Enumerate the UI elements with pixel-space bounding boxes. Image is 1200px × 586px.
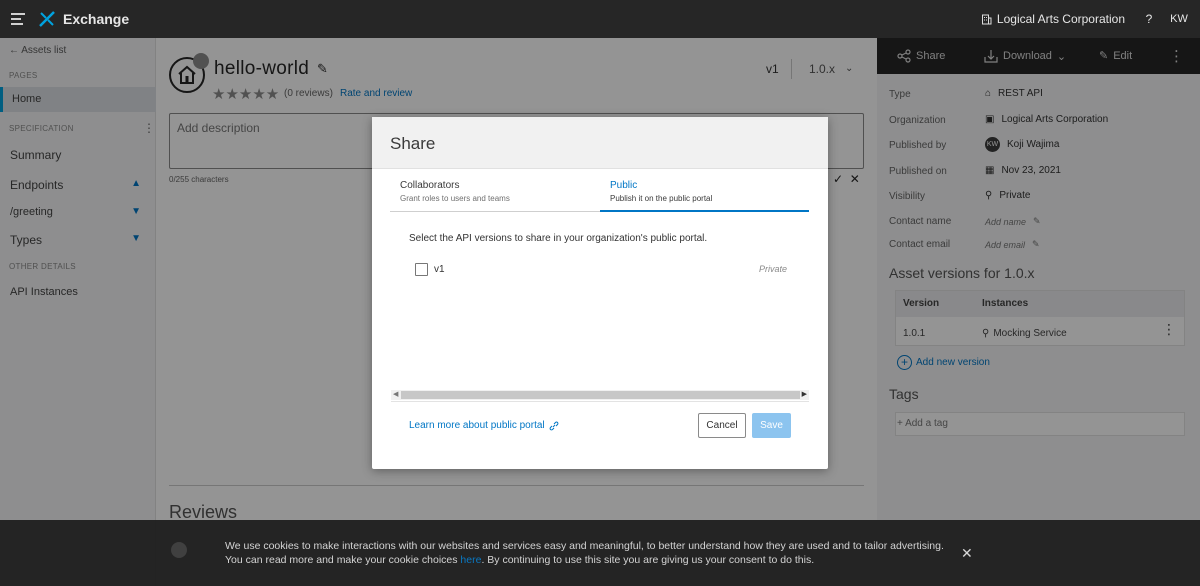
organization-switcher[interactable]: Logical Arts Corporation <box>981 12 1125 26</box>
hamburger-menu-icon[interactable] <box>11 11 27 27</box>
save-button[interactable]: Save <box>752 413 791 438</box>
learn-more-link[interactable]: Learn more about public portal <box>409 420 559 431</box>
tab-collaborators-label: Collaborators <box>400 180 460 191</box>
tab-public-label: Public <box>610 180 638 191</box>
dialog-title: Share <box>390 134 436 153</box>
share-instructions: Select the API versions to share in your… <box>409 233 708 244</box>
exchange-logo-icon <box>39 11 55 27</box>
tab-collaborators[interactable]: Collaborators Grant roles to users and t… <box>390 169 600 212</box>
version-status: Private <box>759 264 788 274</box>
top-bar: Exchange Logical Arts Corporation ? KW <box>0 0 1200 38</box>
cancel-button[interactable]: Cancel <box>698 413 746 438</box>
scrollbar-thumb[interactable] <box>401 391 800 399</box>
dialog-header: Share <box>372 117 828 169</box>
help-button[interactable]: ? <box>1138 8 1160 30</box>
cookie-icon <box>171 542 187 558</box>
share-dialog: Share Collaborators Grant roles to users… <box>372 117 828 469</box>
user-avatar[interactable]: KW <box>1167 8 1191 30</box>
tab-public[interactable]: Public Publish it on the public portal <box>600 169 809 212</box>
tab-public-subtitle: Publish it on the public portal <box>610 194 713 203</box>
scroll-left-icon[interactable]: ◀ <box>393 390 398 400</box>
organization-name: Logical Arts Corporation <box>996 12 1125 26</box>
app-title[interactable]: Exchange <box>63 11 129 27</box>
version-option-label[interactable]: v1 <box>434 264 445 275</box>
cookie-text: We use cookies to make interactions with… <box>225 540 944 566</box>
horizontal-scrollbar[interactable]: ◀ ▶ <box>391 390 809 400</box>
version-checkbox[interactable] <box>415 263 428 276</box>
tab-collaborators-subtitle: Grant roles to users and teams <box>400 194 510 203</box>
divider <box>391 401 809 402</box>
close-icon[interactable]: ✕ <box>961 545 973 562</box>
external-link-icon <box>549 421 559 430</box>
cookie-banner: We use cookies to make interactions with… <box>0 520 1200 586</box>
cookie-choices-link[interactable]: here <box>460 554 481 566</box>
building-icon <box>981 14 992 24</box>
scroll-right-icon[interactable]: ▶ <box>802 390 807 400</box>
